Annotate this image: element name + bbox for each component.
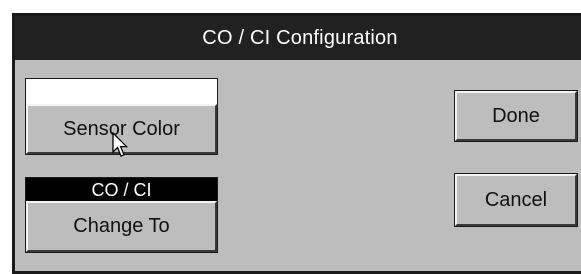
configuration-dialog: CO / CI Configuration Sensor Color CO / … — [12, 13, 581, 274]
sensor-color-swatch — [26, 79, 217, 106]
sensor-color-control[interactable]: Sensor Color — [25, 78, 218, 155]
change-to-control[interactable]: CO / CI Change To — [25, 177, 218, 253]
dialog-title: CO / CI Configuration — [202, 26, 398, 49]
cancel-button[interactable]: Cancel — [454, 173, 578, 227]
sensor-color-button[interactable]: Sensor Color — [26, 104, 217, 154]
change-to-current-value: CO / CI — [26, 178, 217, 202]
dialog-titlebar: CO / CI Configuration — [15, 16, 581, 60]
done-button[interactable]: Done — [454, 90, 578, 142]
done-label: Done — [492, 104, 540, 127]
change-to-label: Change To — [73, 215, 170, 237]
cancel-label: Cancel — [484, 188, 548, 211]
change-to-button[interactable]: Change To — [26, 201, 217, 252]
sensor-color-label: Sensor Color — [63, 117, 180, 140]
